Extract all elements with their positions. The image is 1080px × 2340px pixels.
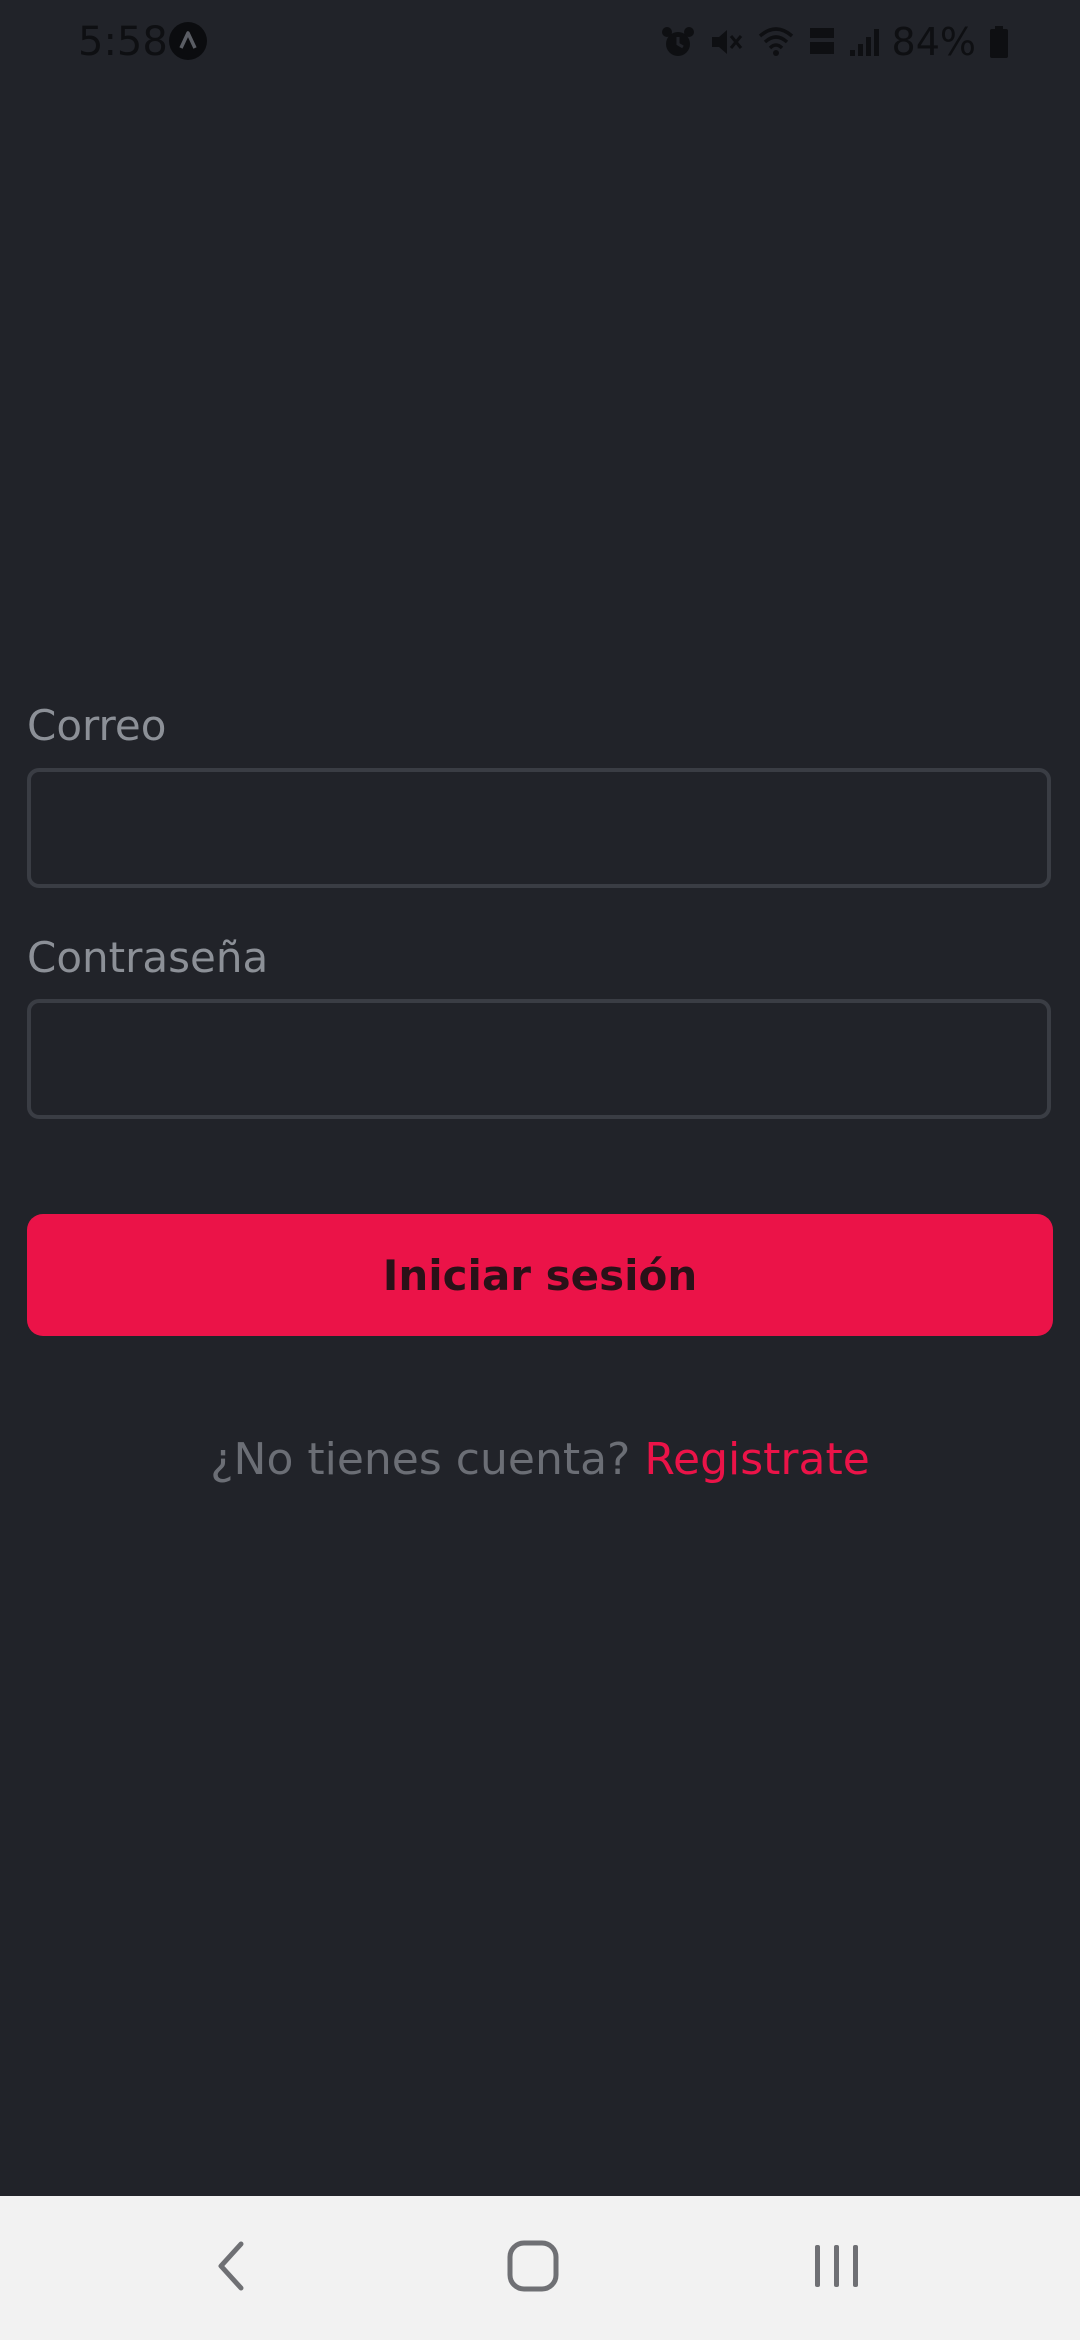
- register-prompt: ¿No tienes cuenta?: [210, 1434, 631, 1485]
- volte-icon: [808, 24, 836, 60]
- alarm-icon: [660, 24, 696, 60]
- password-field[interactable]: [27, 999, 1051, 1119]
- status-bar: 5:58 84%: [0, 0, 1080, 84]
- register-row: ¿No tienes cuenta? Registrate: [0, 1430, 1080, 1490]
- recents-icon: [812, 2238, 862, 2298]
- navigation-bar: [0, 2196, 1080, 2340]
- app-notification-icon: [169, 22, 207, 60]
- battery-icon: [988, 24, 1010, 60]
- signal-icon: [848, 24, 880, 60]
- register-link[interactable]: Registrate: [644, 1434, 869, 1485]
- email-label: Correo: [27, 701, 167, 750]
- mute-icon: [708, 24, 744, 60]
- status-icons: 84%: [660, 18, 1010, 66]
- email-field[interactable]: [27, 768, 1051, 888]
- back-button[interactable]: [186, 2226, 276, 2310]
- battery-percent: 84%: [891, 20, 976, 64]
- home-icon: [505, 2238, 561, 2298]
- recents-button[interactable]: [792, 2226, 882, 2310]
- password-label: Contraseña: [27, 933, 269, 982]
- home-button[interactable]: [488, 2226, 578, 2310]
- status-time: 5:58: [78, 19, 168, 65]
- login-button[interactable]: Iniciar sesión: [27, 1214, 1053, 1336]
- wifi-icon: [756, 24, 796, 60]
- back-icon: [211, 2238, 251, 2298]
